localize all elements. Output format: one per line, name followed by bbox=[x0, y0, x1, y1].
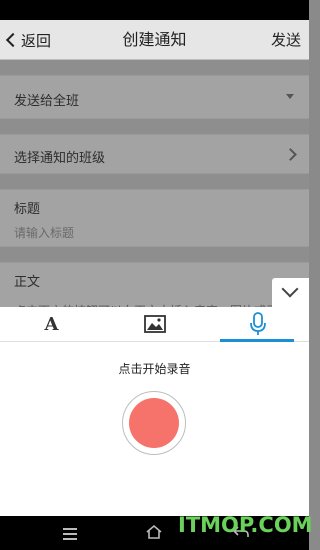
record-hint: 点击开始录音 bbox=[118, 362, 191, 376]
title-field[interactable]: 标题 请输入标题 bbox=[0, 189, 309, 247]
back-label: 返回 bbox=[21, 31, 52, 50]
send-button[interactable]: 发送 bbox=[271, 20, 301, 60]
tab-font[interactable]: A bbox=[0, 307, 103, 341]
watermark-logo: ITMOP.COM bbox=[178, 513, 313, 537]
tab-image[interactable] bbox=[103, 307, 206, 341]
recipients-row[interactable]: 发送给全班 bbox=[0, 75, 309, 119]
chevron-right-icon bbox=[284, 148, 297, 161]
class-select-row[interactable]: 选择通知的班级 bbox=[0, 134, 309, 174]
title-label: 标题 bbox=[14, 202, 41, 217]
chevron-left-icon bbox=[5, 32, 21, 48]
image-icon bbox=[143, 315, 166, 333]
font-icon: A bbox=[44, 313, 59, 335]
record-button[interactable] bbox=[122, 391, 186, 455]
back-button[interactable]: 返回 bbox=[5, 20, 51, 60]
recipients-label: 发送给全班 bbox=[14, 94, 80, 109]
nav-bar: 返回 创建通知 发送 bbox=[0, 20, 309, 60]
collapse-keyboard-button[interactable] bbox=[272, 278, 309, 307]
spacer bbox=[0, 60, 309, 75]
spacer bbox=[0, 119, 309, 134]
body-label: 正文 bbox=[14, 275, 41, 290]
microphone-icon bbox=[249, 312, 266, 335]
spacer bbox=[0, 174, 309, 189]
home-icon[interactable] bbox=[145, 524, 163, 540]
form-area: 发送给全班 选择通知的班级 标题 请输入标题 正文 点击下方的按钮可以向正文中插… bbox=[0, 60, 309, 342]
menu-icon[interactable] bbox=[63, 528, 77, 543]
record-panel: 点击开始录音 bbox=[0, 342, 309, 516]
insert-toolbar: A bbox=[0, 307, 309, 342]
chevron-down-icon bbox=[281, 280, 299, 298]
caret-down-icon bbox=[286, 94, 294, 99]
tab-voice[interactable] bbox=[206, 307, 309, 341]
status-bar bbox=[0, 0, 309, 20]
record-dot-icon bbox=[129, 398, 179, 448]
title-input[interactable]: 请输入标题 bbox=[14, 224, 74, 241]
spacer bbox=[0, 247, 309, 262]
class-select-label: 选择通知的班级 bbox=[14, 151, 106, 166]
